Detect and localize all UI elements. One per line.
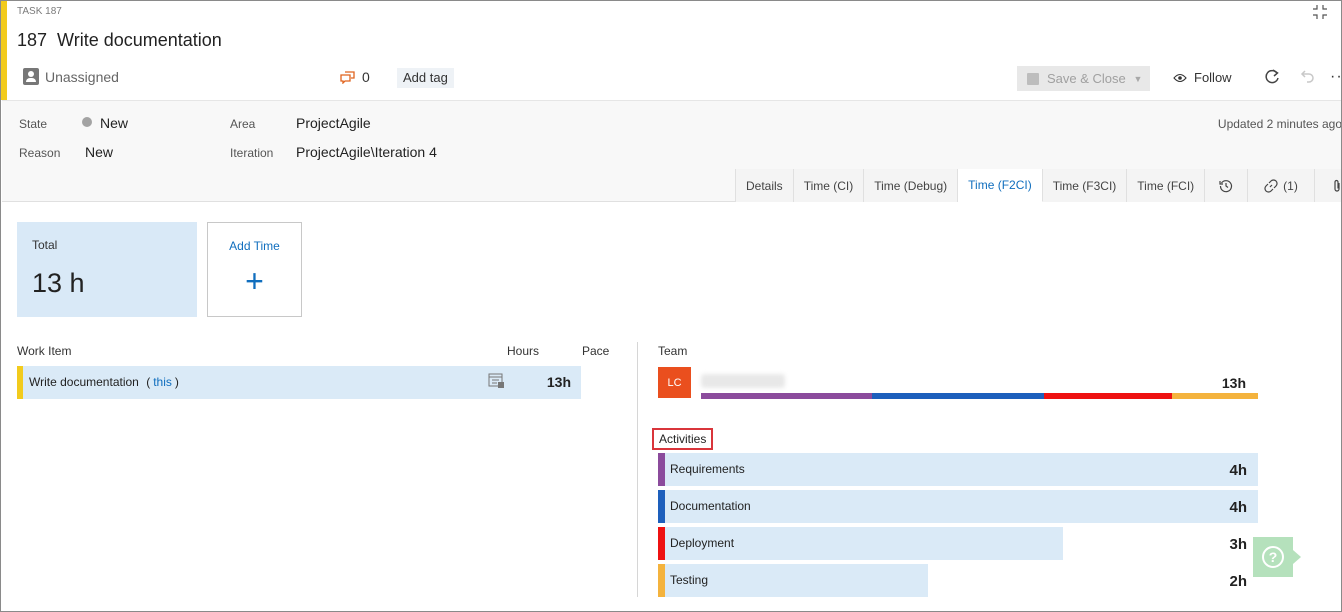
work-item-this-open: ( bbox=[146, 375, 151, 389]
column-divider bbox=[637, 342, 638, 597]
iteration-label: Iteration bbox=[230, 146, 274, 160]
links-count: (1) bbox=[1283, 178, 1298, 193]
activity-name: Deployment bbox=[670, 536, 735, 550]
tab-history[interactable] bbox=[1205, 169, 1249, 202]
attachment-icon bbox=[1334, 179, 1340, 192]
work-item-row-title: Write documentation bbox=[29, 375, 139, 389]
activity-name: Documentation bbox=[670, 499, 751, 513]
tab-details[interactable]: Details bbox=[736, 169, 794, 202]
activity-name: Testing bbox=[670, 573, 709, 587]
tab-time-f2ci[interactable]: Time (F2CI) bbox=[958, 169, 1043, 202]
work-item-id: 187 bbox=[17, 30, 48, 50]
team-bar-segment bbox=[1043, 393, 1173, 399]
save-icon bbox=[1027, 72, 1039, 85]
area-label: Area bbox=[230, 117, 256, 131]
unassigned-avatar-icon bbox=[23, 68, 39, 85]
table-row[interactable]: Write documentation (this) 13h bbox=[17, 366, 581, 399]
avatar: LC bbox=[658, 367, 691, 398]
eye-icon bbox=[1173, 73, 1187, 82]
list-item[interactable]: Requirements 4h bbox=[658, 453, 1258, 486]
area-value[interactable]: ProjectAgile bbox=[296, 115, 371, 131]
pace-column-header: Pace bbox=[582, 344, 610, 358]
state-value[interactable]: New bbox=[100, 115, 128, 131]
tab-time-f3ci[interactable]: Time (F3CI) bbox=[1042, 169, 1128, 202]
total-label: Total bbox=[32, 238, 58, 252]
team-member-name-redacted bbox=[701, 374, 785, 388]
activity-hours: 4h bbox=[1229, 499, 1247, 516]
page-tabs: Details Time (CI) Time (Debug) Time (F2C… bbox=[735, 169, 1341, 202]
save-close-label: Save & Close bbox=[1047, 71, 1126, 86]
tab-time-debug[interactable]: Time (Debug) bbox=[864, 169, 959, 202]
activity-color-stripe bbox=[658, 564, 665, 597]
add-time-label: Add Time bbox=[229, 239, 280, 253]
state-indicator-icon bbox=[82, 117, 92, 127]
activity-hours: 2h bbox=[1229, 573, 1247, 590]
work-item-column-header: Work Item bbox=[17, 344, 72, 358]
work-item-header: TASK 187 187 Write documentation Unassign… bbox=[1, 1, 1341, 100]
discussion-count: 0 bbox=[362, 69, 370, 85]
team-member-hours: 13h bbox=[1221, 375, 1246, 391]
team-bar-segment bbox=[1172, 393, 1258, 399]
team-activity-breakdown-bar bbox=[701, 393, 1258, 399]
work-item-this-close: ) bbox=[174, 375, 179, 389]
activity-hours: 3h bbox=[1229, 536, 1247, 553]
help-icon: ? bbox=[1262, 546, 1284, 568]
work-item-title-text[interactable]: Write documentation bbox=[57, 30, 222, 50]
work-item-title[interactable]: 187 Write documentation bbox=[17, 30, 222, 51]
history-icon bbox=[1219, 179, 1233, 192]
activity-color-stripe bbox=[658, 453, 665, 486]
activity-hours: 4h bbox=[1229, 462, 1247, 479]
discussion-icon bbox=[340, 70, 355, 84]
work-item-fields: State New Reason New Area ProjectAgile I… bbox=[2, 100, 1342, 202]
assigned-to-picker[interactable]: Unassigned bbox=[23, 68, 119, 85]
calendar-icon[interactable] bbox=[488, 373, 505, 389]
reason-value[interactable]: New bbox=[85, 144, 113, 160]
exit-fullscreen-icon[interactable] bbox=[1313, 5, 1327, 19]
work-item-this-link[interactable]: this bbox=[153, 375, 172, 389]
activities-label: Activities bbox=[652, 428, 714, 450]
more-actions-icon[interactable]: ··· bbox=[1330, 69, 1341, 85]
undo-icon[interactable] bbox=[1299, 68, 1315, 84]
add-time-button[interactable]: Add Time + bbox=[207, 222, 302, 317]
plus-icon: + bbox=[245, 263, 264, 299]
tab-attachments[interactable] bbox=[1314, 169, 1341, 202]
team-bar-segment bbox=[701, 393, 873, 399]
chevron-down-icon[interactable]: ▼ bbox=[1126, 66, 1150, 91]
add-tag-button[interactable]: Add tag bbox=[397, 68, 454, 88]
assigned-to-value: Unassigned bbox=[45, 68, 119, 85]
list-item[interactable]: Documentation 4h bbox=[658, 490, 1258, 523]
activity-color-stripe bbox=[658, 527, 665, 560]
total-value: 13 h bbox=[32, 268, 85, 298]
follow-button[interactable]: Follow bbox=[1173, 70, 1232, 85]
work-item-type-label: TASK 187 bbox=[17, 6, 62, 17]
refresh-icon[interactable] bbox=[1263, 68, 1281, 86]
work-item-row-hours: 13h bbox=[546, 374, 571, 390]
team-bar-segment bbox=[872, 393, 1044, 399]
tab-time-ci[interactable]: Time (CI) bbox=[793, 169, 865, 202]
help-button[interactable]: ? bbox=[1253, 537, 1301, 577]
tab-time-fci[interactable]: Time (FCI) bbox=[1127, 169, 1206, 202]
team-label: Team bbox=[658, 344, 688, 358]
discussion-count-button[interactable]: 0 bbox=[340, 69, 370, 85]
hours-column-header: Hours bbox=[507, 344, 540, 358]
iteration-value[interactable]: ProjectAgile\Iteration 4 bbox=[296, 144, 437, 160]
activity-color-stripe bbox=[658, 490, 665, 523]
total-time-card: Total 13 h bbox=[17, 222, 197, 317]
follow-label: Follow bbox=[1194, 70, 1232, 85]
tab-links[interactable]: (1) bbox=[1248, 169, 1315, 202]
list-item[interactable]: Testing 2h bbox=[658, 564, 1258, 597]
last-updated-text: Updated 2 minutes ago bbox=[1217, 117, 1342, 131]
activity-name: Requirements bbox=[670, 462, 745, 476]
state-label: State bbox=[19, 117, 48, 131]
work-item-form: TASK 187 187 Write documentation Unassign… bbox=[0, 0, 1342, 612]
work-item-row-name: Write documentation (this) bbox=[29, 375, 179, 389]
reason-label: Reason bbox=[19, 146, 61, 160]
activity-bar bbox=[658, 453, 1258, 486]
save-close-button[interactable]: Save & Close ▼ bbox=[1017, 66, 1150, 91]
list-item[interactable]: Deployment 3h bbox=[658, 527, 1258, 560]
link-icon bbox=[1264, 178, 1278, 193]
